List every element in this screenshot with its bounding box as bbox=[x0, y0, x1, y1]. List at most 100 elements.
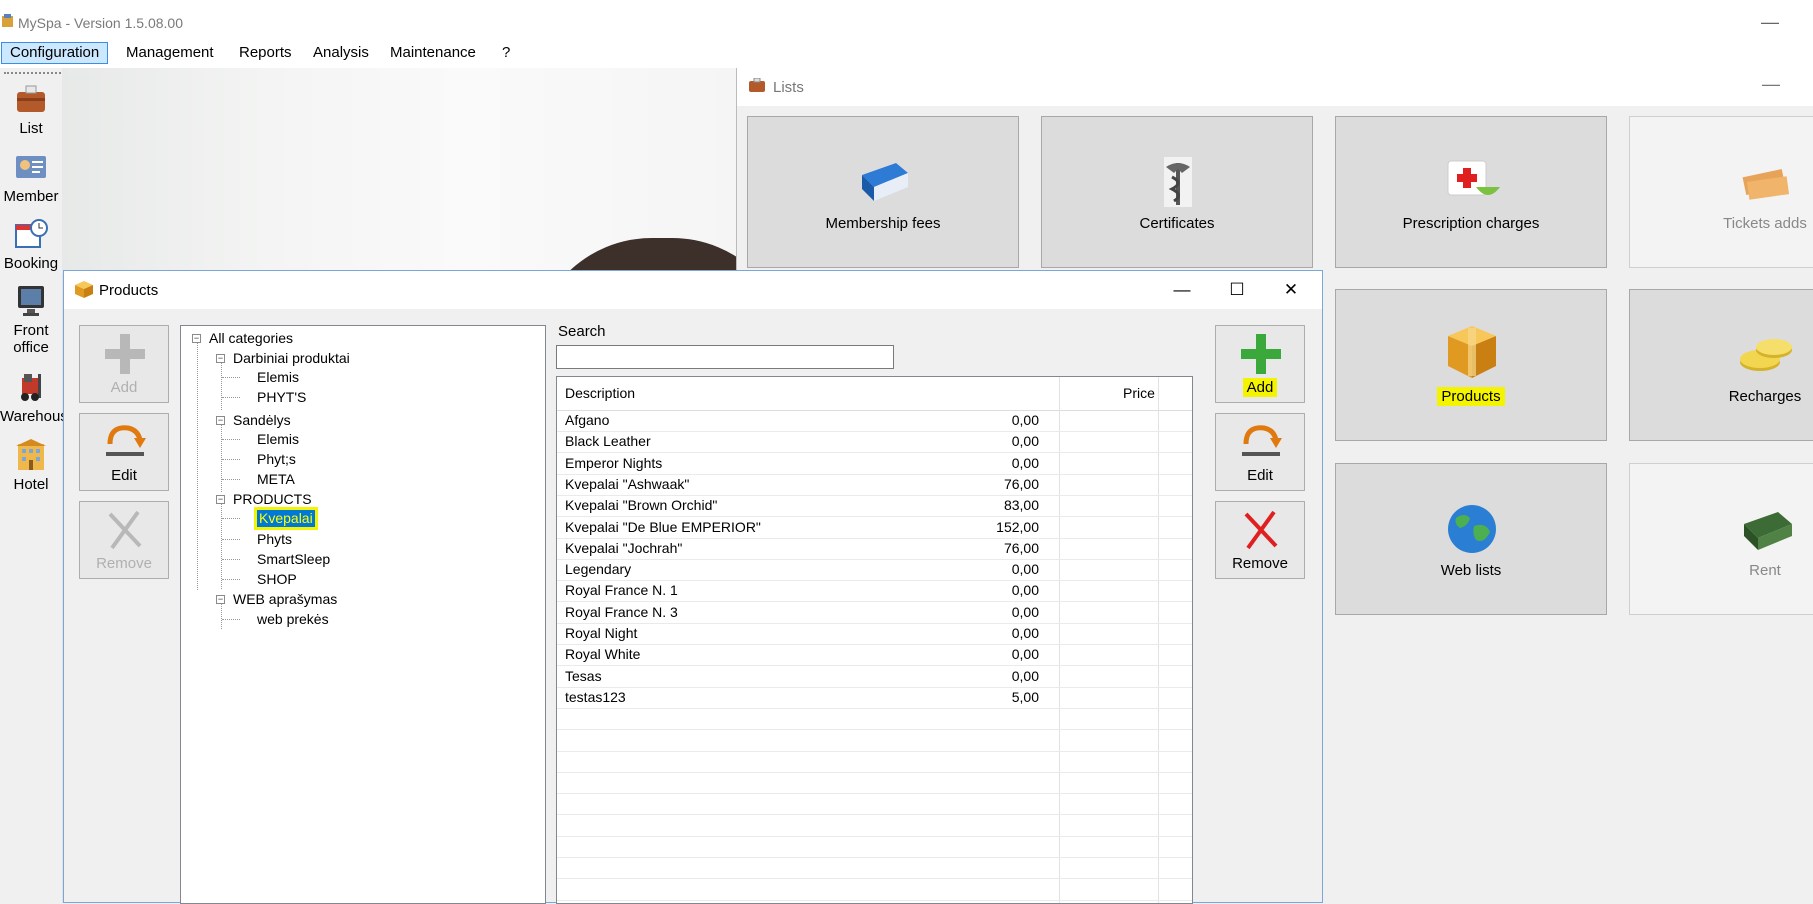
remove-x-icon bbox=[1244, 510, 1278, 550]
tree-node-sandelys-elemis[interactable]: Elemis bbox=[257, 431, 299, 448]
toolbar-hotel-button[interactable]: Hotel bbox=[0, 438, 62, 493]
lists-title-bar: Lists — bbox=[737, 68, 1813, 106]
products-grid[interactable]: Description Price Afgano 0,00 Black Leathe… bbox=[556, 376, 1193, 904]
tree-expander-web[interactable]: − bbox=[216, 595, 225, 604]
tree-node-kvepalai-selected[interactable]: Kvepalai bbox=[254, 507, 318, 530]
search-input[interactable] bbox=[556, 345, 894, 369]
table-row[interactable]: Black Leather 0,00 bbox=[557, 431, 1192, 454]
menu-management[interactable]: Management bbox=[118, 43, 222, 63]
tile-products[interactable]: Products bbox=[1335, 289, 1607, 441]
book-icon bbox=[862, 163, 908, 201]
table-row[interactable]: Kvepalai "Jochrah" 76,00 bbox=[557, 538, 1192, 560]
tree-node-darbiniai-phyts[interactable]: PHYT'S bbox=[257, 389, 306, 406]
tree-node-web-aprasymas[interactable]: WEB aprašymas bbox=[233, 591, 337, 608]
menu-reports[interactable]: Reports bbox=[231, 43, 300, 63]
table-row[interactable]: Emperor Nights 0,00 bbox=[557, 453, 1192, 475]
tree-connector bbox=[222, 539, 240, 540]
product-remove-button[interactable]: Remove bbox=[1215, 501, 1305, 579]
tile-products-label: Products bbox=[1336, 387, 1606, 406]
category-add-button[interactable]: Add bbox=[79, 325, 169, 403]
toolbar-list-button[interactable]: List bbox=[0, 82, 62, 137]
tree-guide bbox=[197, 340, 198, 590]
tree-guide bbox=[221, 422, 222, 492]
products-maximize-button[interactable]: ☐ bbox=[1217, 275, 1257, 305]
cell-price: 152,00 bbox=[996, 518, 1039, 535]
edit-arrow-icon bbox=[106, 425, 146, 456]
products-close-button[interactable]: ✕ bbox=[1271, 275, 1311, 305]
tile-tickets-adds[interactable]: Tickets adds bbox=[1629, 116, 1813, 268]
products-box-icon bbox=[75, 281, 93, 298]
table-row[interactable]: Kvepalai "Ashwaak" 76,00 bbox=[557, 474, 1192, 496]
tile-certificates[interactable]: Certificates bbox=[1041, 116, 1313, 268]
tree-node-shop[interactable]: SHOP bbox=[257, 571, 297, 588]
column-header-description[interactable]: Description bbox=[565, 385, 635, 401]
table-row[interactable]: Royal France N. 1 0,00 bbox=[557, 580, 1192, 603]
table-row[interactable]: Kvepalai "De Blue EMPERIOR" 152,00 bbox=[557, 517, 1192, 539]
tree-node-sandelys-meta[interactable]: META bbox=[257, 471, 295, 488]
tile-prescription-charges[interactable]: Prescription charges bbox=[1335, 116, 1607, 268]
tree-node-sandelys-phyts[interactable]: Phyt;s bbox=[257, 451, 296, 468]
remove-x-icon bbox=[108, 510, 142, 550]
coins-icon bbox=[1740, 339, 1792, 371]
tree-node-darbiniai-elemis[interactable]: Elemis bbox=[257, 369, 299, 386]
grid-header: Description Price bbox=[557, 377, 1192, 411]
tree-connector bbox=[222, 439, 240, 440]
products-minimize-button[interactable]: — bbox=[1162, 275, 1202, 305]
tree-node-all-categories[interactable]: All categories bbox=[209, 330, 293, 347]
toolbar-list-label: List bbox=[19, 120, 43, 137]
cell-description: Royal France N. 1 bbox=[565, 582, 678, 599]
menu-help[interactable]: ? bbox=[494, 43, 518, 63]
products-window: Products — ☐ ✕ Add Edit Remove − All cat… bbox=[63, 270, 1323, 904]
tree-expander-root[interactable]: − bbox=[192, 334, 201, 343]
tree-node-phyts[interactable]: Phyts bbox=[257, 531, 292, 548]
menu-bar: Configuration Management Reports Analysi… bbox=[0, 38, 1813, 68]
app-minimize-button[interactable]: — bbox=[1757, 10, 1783, 34]
tile-tickets-adds-label: Tickets adds bbox=[1723, 215, 1807, 232]
tile-membership-fees[interactable]: Membership fees bbox=[747, 116, 1019, 268]
tree-node-sandelys[interactable]: Sandėlys bbox=[233, 412, 291, 429]
tree-expander-products[interactable]: − bbox=[216, 495, 225, 504]
menu-maintenance[interactable]: Maintenance bbox=[382, 43, 484, 63]
table-row[interactable]: Royal Night 0,00 bbox=[557, 623, 1192, 645]
column-header-price[interactable]: Price bbox=[1123, 385, 1155, 401]
category-tree[interactable]: − All categories − Darbiniai produktai E… bbox=[180, 325, 546, 904]
tree-expander-sandelys[interactable]: − bbox=[216, 416, 225, 425]
tree-connector bbox=[222, 579, 240, 580]
category-edit-button[interactable]: Edit bbox=[79, 413, 169, 491]
tree-connector bbox=[222, 377, 240, 378]
table-row[interactable]: Legendary 0,00 bbox=[557, 559, 1192, 582]
category-remove-button[interactable]: Remove bbox=[79, 501, 169, 579]
tree-node-darbiniai-produktai[interactable]: Darbiniai produktai bbox=[233, 350, 350, 367]
forklift-icon bbox=[21, 374, 41, 401]
product-edit-label: Edit bbox=[1247, 467, 1273, 484]
cell-price: 0,00 bbox=[1011, 412, 1039, 428]
toolbar-front-office-button[interactable]: Front office bbox=[0, 284, 62, 356]
product-edit-button[interactable]: Edit bbox=[1215, 413, 1305, 491]
background-photo bbox=[62, 68, 736, 274]
table-row[interactable]: testas123 5,00 bbox=[557, 687, 1192, 709]
table-row[interactable]: Afgano 0,00 bbox=[557, 410, 1192, 432]
tree-node-smartsleep[interactable]: SmartSleep bbox=[257, 551, 330, 568]
menu-analysis[interactable]: Analysis bbox=[305, 43, 377, 63]
table-row[interactable]: Tesas 0,00 bbox=[557, 666, 1192, 688]
tile-web-lists[interactable]: Web lists bbox=[1335, 463, 1607, 615]
product-add-button[interactable]: Add bbox=[1215, 325, 1305, 403]
toolbar-member-button[interactable]: Member bbox=[0, 150, 62, 205]
toolbar-front-office-label-1: Front bbox=[13, 322, 49, 339]
toolbar-booking-button[interactable]: Booking bbox=[0, 217, 62, 272]
tree-node-web-prekes[interactable]: web prekės bbox=[257, 611, 329, 628]
tree-node-products[interactable]: PRODUCTS bbox=[233, 491, 312, 508]
tile-recharges[interactable]: Recharges bbox=[1629, 289, 1813, 441]
tile-certificates-label: Certificates bbox=[1139, 215, 1215, 232]
table-row[interactable]: Royal France N. 3 0,00 bbox=[557, 602, 1192, 624]
lists-minimize-button[interactable]: — bbox=[1762, 74, 1780, 95]
table-row[interactable]: Royal White 0,00 bbox=[557, 644, 1192, 667]
tree-expander-darbiniai[interactable]: − bbox=[216, 354, 225, 363]
table-row[interactable]: Kvepalai "Brown Orchid" 83,00 bbox=[557, 495, 1192, 518]
toolbar-warehouse-button[interactable]: Warehous bbox=[0, 370, 68, 425]
table-row-empty bbox=[557, 836, 1192, 858]
tile-rent[interactable]: Rent bbox=[1629, 463, 1813, 615]
menu-configuration[interactable]: Configuration bbox=[1, 42, 109, 64]
calendar-clock-icon bbox=[15, 219, 48, 248]
tree-guide bbox=[221, 499, 222, 589]
